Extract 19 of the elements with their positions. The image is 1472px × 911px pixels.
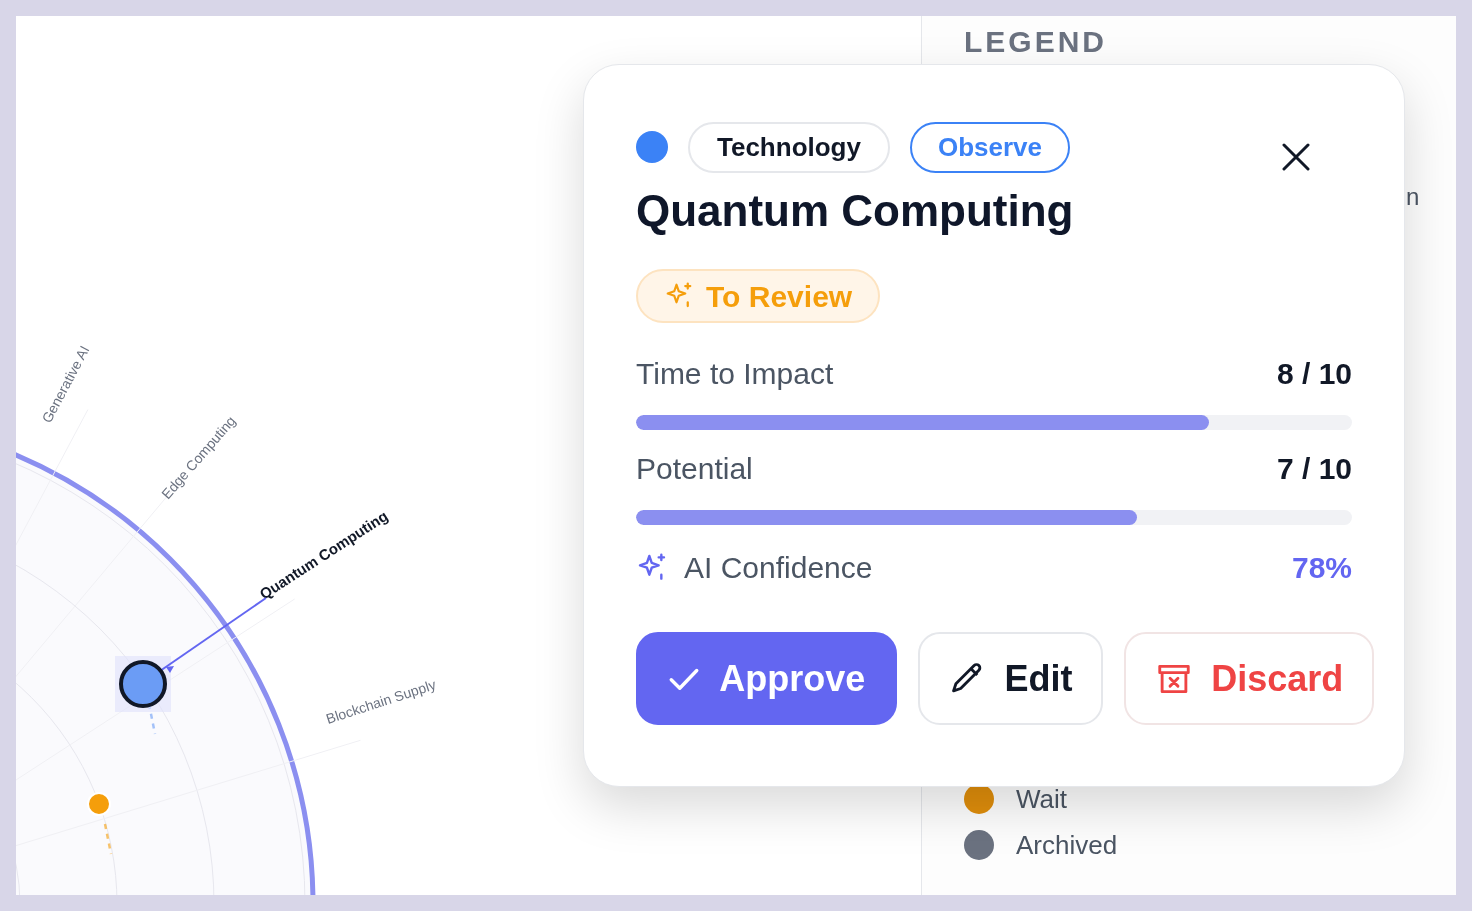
confidence-value: 78% <box>1291 550 1352 586</box>
close-icon <box>1282 143 1310 171</box>
legend-label: Wait <box>1016 783 1068 815</box>
confidence-label: AI Confidence <box>684 550 873 586</box>
discard-button[interactable]: Discard <box>1124 632 1374 725</box>
metric-label: Time to Impact <box>636 356 834 392</box>
legend-label: Archived <box>1016 829 1118 861</box>
metric-value: 8 / 10 <box>1276 356 1352 392</box>
approve-button[interactable]: Approve <box>636 632 897 725</box>
ring-tag: Observe <box>909 121 1071 173</box>
edit-button[interactable]: Edit <box>917 632 1104 725</box>
legend-label: n <box>1406 182 1420 212</box>
category-tag: Technology <box>688 121 890 173</box>
metric-value: 7 / 10 <box>1276 451 1352 487</box>
status-badge: To Review <box>636 269 881 323</box>
card-title: Quantum Computing <box>636 185 1074 237</box>
trail-line <box>103 823 113 855</box>
legend-title: LEGEND <box>964 24 1107 60</box>
metric-label: Potential <box>636 451 753 487</box>
